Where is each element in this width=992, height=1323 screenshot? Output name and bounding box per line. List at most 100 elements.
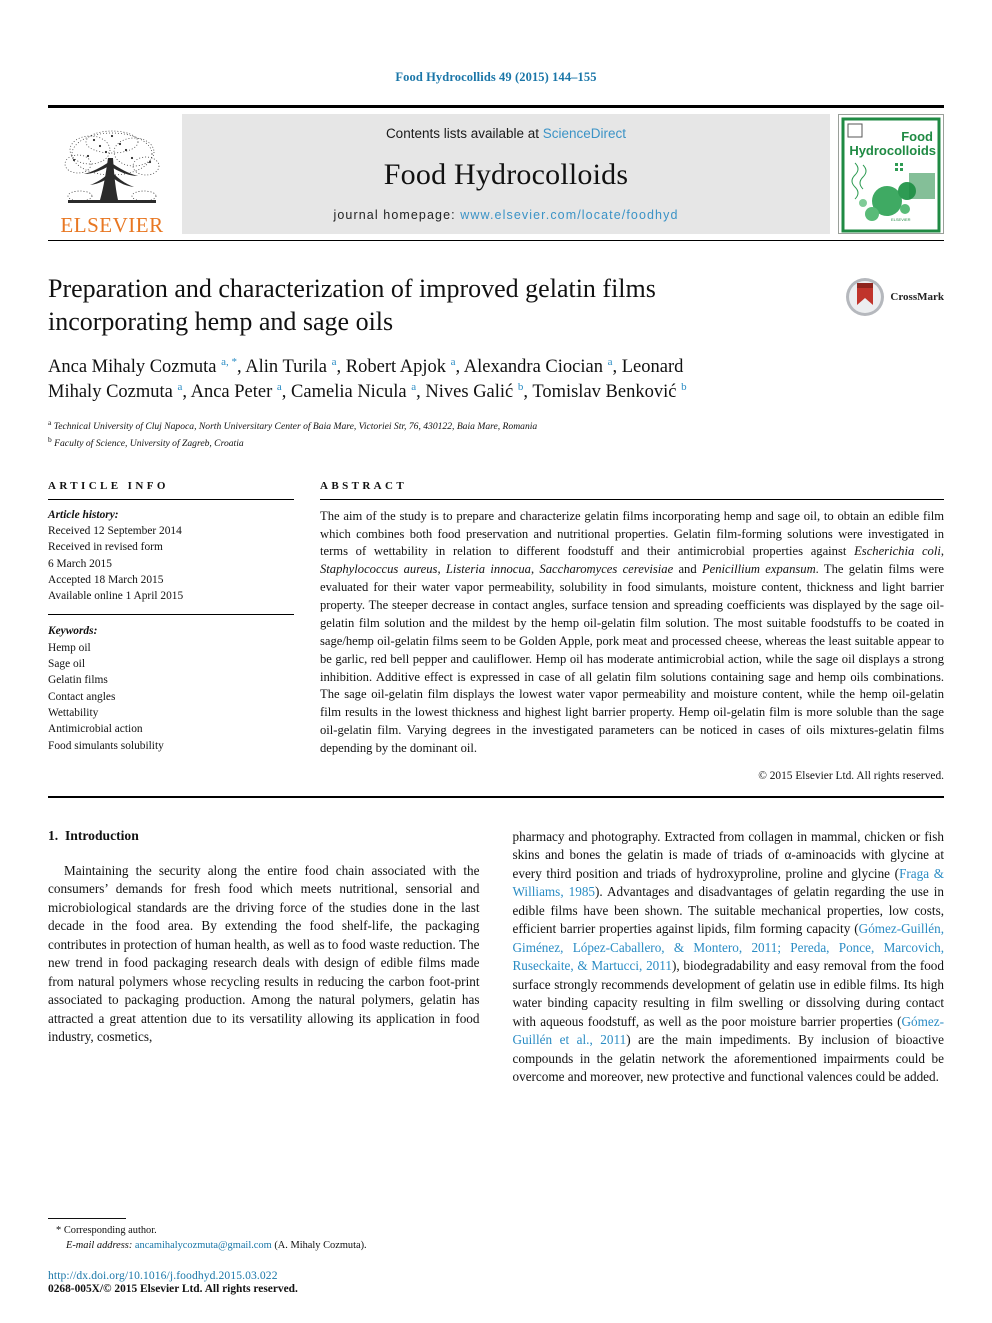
- asterisk-marker: *: [56, 1224, 62, 1236]
- intro-paragraph-left: Maintaining the security along the entir…: [48, 862, 480, 1045]
- affiliation-item: b Faculty of Science, University of Zagr…: [48, 434, 944, 452]
- footnote-rule: [48, 1217, 126, 1219]
- article-history-item: Received in revised form: [48, 541, 163, 554]
- introduction-heading: 1. Introduction: [48, 828, 480, 844]
- article-history-item: Available online 1 April 2015: [48, 590, 184, 603]
- corresponding-author-text: Corresponding author.: [63, 1224, 157, 1236]
- author-name: Alin Turila: [245, 357, 332, 378]
- keywords-block: Keywords: Hemp oil Sage oil Gelatin films C…: [48, 615, 294, 753]
- author-separator: ,: [336, 357, 346, 378]
- contents-prefix: Contents lists available at: [385, 126, 543, 141]
- keyword-item: Hemp oil: [48, 641, 91, 654]
- title-block: CrossMark Preparation and characterizati…: [48, 273, 944, 452]
- homepage-link[interactable]: www.elsevier.com/locate/foodhyd: [460, 208, 678, 222]
- species-1: Escherichia coli: [854, 544, 941, 559]
- doi-block: http://dx.doi.org/10.1016/j.foodhyd.2015…: [48, 1269, 486, 1295]
- affiliation-list: a Technical University of Cluj Napoca, N…: [48, 417, 944, 452]
- abstract-p1: The aim of the study is to prepare and c…: [320, 508, 944, 559]
- email-suffix: (A. Mihaly Cozmuta).: [274, 1239, 367, 1251]
- author-name: Anca Peter: [190, 381, 277, 402]
- crossmark-badge[interactable]: CrossMark: [845, 277, 944, 317]
- author-separator: ,: [612, 357, 622, 378]
- corresponding-author-line: * Corresponding author.: [56, 1223, 486, 1238]
- keyword-item: Antimicrobial action: [48, 723, 143, 736]
- crossmark-icon: [846, 278, 885, 316]
- author-separator: ,: [455, 357, 464, 378]
- article-history-label: Article history:: [48, 508, 119, 521]
- body-column-left: 1. Introduction Maintaining the security…: [48, 828, 480, 1087]
- author-separator: ,: [182, 381, 191, 402]
- article-history-item: 6 March 2015: [48, 557, 112, 570]
- abstract-sep-1: ,: [940, 544, 944, 559]
- affiliation-item: a Technical University of Cluj Napoca, N…: [48, 417, 944, 435]
- author-affiliation-mark: b: [681, 380, 687, 393]
- keywords-label: Keywords:: [48, 625, 98, 638]
- intro-right-part1: pharmacy and photography. Extracted from…: [512, 828, 945, 881]
- email-line: E-mail address: ancamihalycozmuta@gmail.…: [56, 1238, 486, 1253]
- author-affiliation-mark: a, *: [221, 356, 238, 368]
- section-title-text: Introduction: [65, 827, 139, 843]
- doi-link[interactable]: http://dx.doi.org/10.1016/j.foodhyd.2015…: [48, 1269, 486, 1282]
- email-link[interactable]: ancamihalycozmuta@gmail.com: [135, 1240, 272, 1251]
- author-list: Anca Mihaly Cozmuta a, *, Alin Turila a,…: [48, 355, 738, 405]
- keyword-item: Sage oil: [48, 658, 86, 671]
- abstract-copyright: © 2015 Elsevier Ltd. All rights reserved…: [758, 769, 944, 782]
- body-column-right: pharmacy and photography. Extracted from…: [513, 828, 945, 1087]
- abstract-p2: . The gelatin films were evaluated for t…: [320, 562, 944, 756]
- author-separator: ,: [281, 381, 292, 402]
- species-2: Staphylococcus aureus: [320, 562, 438, 577]
- abstract-text: The aim of the study is to prepare and c…: [320, 500, 944, 758]
- species-5: Penicillium expansum: [701, 562, 816, 577]
- svg-text:Food: Food: [901, 129, 933, 144]
- keyword-item: Contact angles: [48, 690, 116, 703]
- abstract-heading: ABSTRACT: [320, 479, 408, 492]
- article-history-block: Article history: Received 12 September 2…: [48, 500, 294, 605]
- author-name: Anca Mihaly Cozmuta: [48, 357, 222, 378]
- corresponding-author-note: * Corresponding author. E-mail address: …: [48, 1223, 486, 1253]
- keywords-lines: Hemp oil Sage oil Gelatin films Contact ang…: [48, 640, 294, 754]
- cover-art-icon: Food Hydrocolloids ELSEVIER: [839, 115, 943, 233]
- affiliation-text: Technical University of Cluj Napoca, Nor…: [51, 420, 538, 432]
- article-info-column: ARTICLE INFO Article history: Received 1…: [48, 480, 294, 782]
- abstract-sep-4: and: [673, 562, 702, 577]
- author-separator: ,: [523, 381, 533, 402]
- species-4: Saccharomyces cerevisiae: [539, 562, 674, 577]
- article-history-lines: Received 12 September 2014 Received in re…: [48, 523, 294, 604]
- species-3: Listeria innocua: [445, 562, 531, 577]
- author-name: Nives Galić: [425, 381, 518, 402]
- svg-text:Hydrocolloids: Hydrocolloids: [849, 143, 936, 158]
- article-info-heading: ARTICLE INFO: [48, 479, 169, 492]
- journal-cover-thumbnail: Food Hydrocolloids ELSEVIER: [838, 114, 944, 234]
- article-history-item: Accepted 18 March 2015: [48, 573, 164, 586]
- section-number: 1.: [48, 827, 59, 843]
- contents-lists-line: Contents lists available at ScienceDirec…: [386, 126, 626, 141]
- journal-homepage-line: journal homepage: www.elsevier.com/locat…: [333, 208, 678, 222]
- issn-copyright-line: 0268-005X/© 2015 Elsevier Ltd. All right…: [48, 1283, 298, 1295]
- author-name: Camelia Nicula: [291, 381, 412, 402]
- abstract-sep-2: ,: [437, 562, 446, 577]
- author-name: Tomislav Benković: [532, 381, 682, 402]
- article-page: Food Hydrocollids 49 (2015) 144–155 ELSE…: [0, 0, 992, 1323]
- abstract-column: ABSTRACT The aim of the study is to prep…: [320, 480, 944, 782]
- intro-paragraph-right: pharmacy and photography. Extracted from…: [513, 828, 945, 1087]
- elsevier-logo: ELSEVIER: [48, 108, 176, 240]
- elsevier-tree-icon: [64, 130, 160, 203]
- svg-text:ELSEVIER: ELSEVIER: [891, 217, 911, 222]
- email-label: E-mail address:: [66, 1239, 133, 1251]
- running-head: Food Hydrocollids 49 (2015) 144–155: [395, 70, 597, 84]
- info-abstract-region: ARTICLE INFO Article history: Received 1…: [48, 480, 944, 782]
- page-title: Preparation and characterization of impr…: [48, 274, 656, 336]
- journal-header: ELSEVIER Contents lists available at Sci…: [48, 105, 944, 241]
- affiliation-text: Faculty of Science, University of Zagreb…: [51, 438, 244, 450]
- keyword-item: Food simulants solubility: [48, 739, 164, 752]
- sciencedirect-link[interactable]: ScienceDirect: [543, 126, 626, 141]
- keyword-item: Gelatin films: [48, 674, 108, 687]
- keyword-item: Wettability: [48, 706, 99, 719]
- elsevier-wordmark: ELSEVIER: [60, 213, 164, 237]
- body-columns: 1. Introduction Maintaining the security…: [48, 828, 944, 1087]
- footnote-area: * Corresponding author. E-mail address: …: [48, 1217, 486, 1295]
- homepage-prefix: journal homepage:: [333, 208, 461, 222]
- journal-title: Food Hydrocolloids: [383, 157, 629, 191]
- section-divider: [48, 795, 944, 798]
- author-name: Robert Apjok: [345, 357, 451, 378]
